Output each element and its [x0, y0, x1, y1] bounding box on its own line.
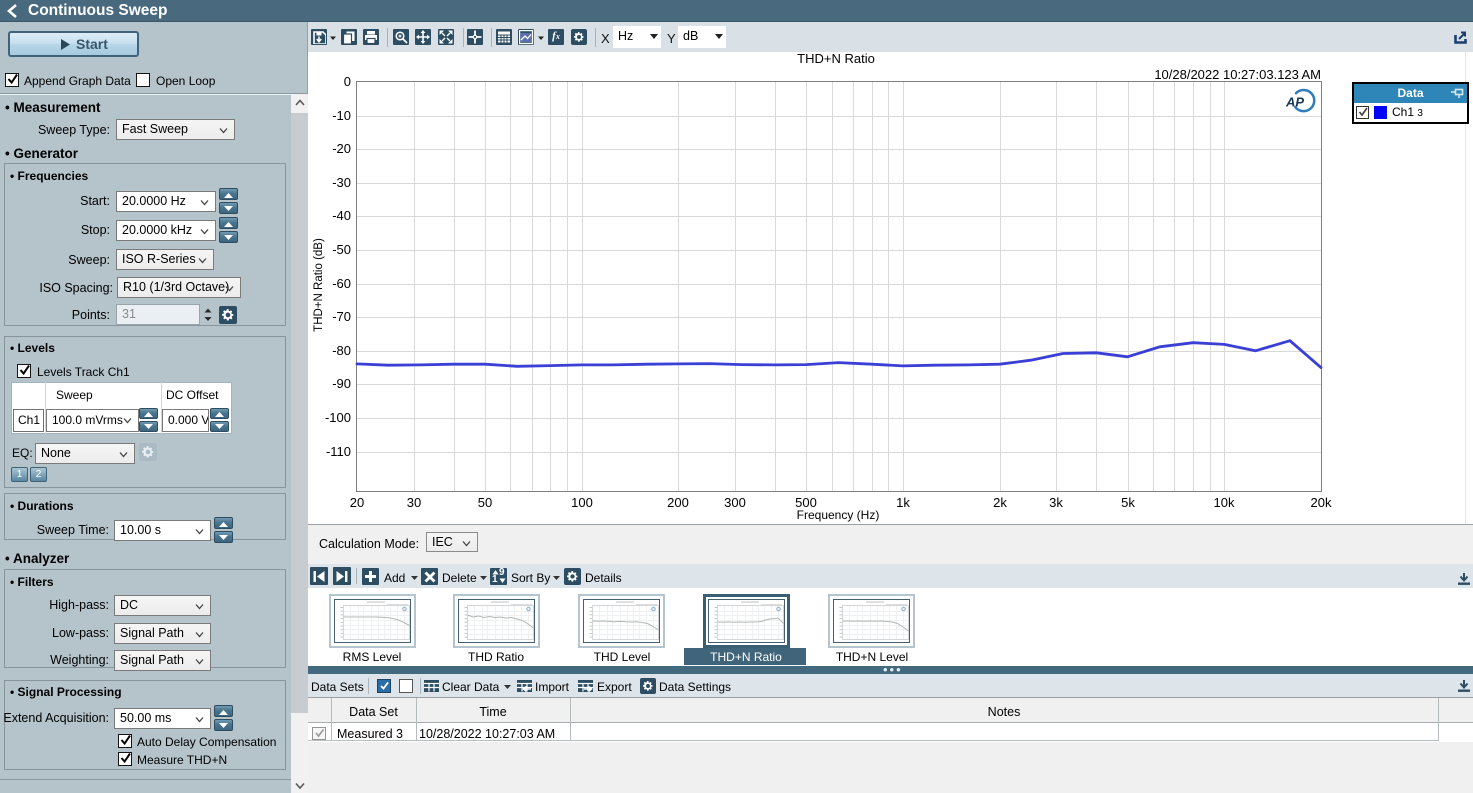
svg-text:10k: 10k — [1214, 495, 1235, 510]
svg-text:-40: -40 — [332, 208, 351, 223]
svg-text:200: 200 — [667, 495, 689, 510]
svg-text:0: 0 — [344, 74, 351, 89]
svg-text:-90: -90 — [332, 376, 351, 391]
svg-text:20: 20 — [350, 495, 364, 510]
svg-text:-10: -10 — [332, 108, 351, 123]
svg-text:100: 100 — [571, 495, 593, 510]
svg-text:Frequency (Hz): Frequency (Hz) — [797, 508, 880, 522]
svg-text:-60: -60 — [332, 276, 351, 291]
svg-text:5k: 5k — [1121, 495, 1135, 510]
svg-text:2k: 2k — [993, 495, 1007, 510]
svg-text:THD+N Ratio (dB): THD+N Ratio (dB) — [313, 238, 325, 332]
svg-text:300: 300 — [724, 495, 746, 510]
svg-text:-30: -30 — [332, 175, 351, 190]
svg-text:30: 30 — [407, 495, 421, 510]
svg-text:3k: 3k — [1049, 495, 1063, 510]
svg-text:AP: AP — [1285, 95, 1304, 110]
svg-text:-70: -70 — [332, 309, 351, 324]
svg-text:-50: -50 — [332, 242, 351, 257]
svg-text:-110: -110 — [326, 444, 351, 459]
svg-text:-80: -80 — [332, 343, 351, 358]
svg-text:50: 50 — [478, 495, 492, 510]
svg-text:THD+N Ratio: THD+N Ratio — [797, 52, 875, 66]
svg-text:10/28/2022 10:27:03.123 AM: 10/28/2022 10:27:03.123 AM — [1154, 67, 1321, 82]
svg-text:1k: 1k — [896, 495, 910, 510]
svg-text:-100: -100 — [325, 410, 351, 425]
svg-text:-20: -20 — [332, 141, 351, 156]
svg-text:20k: 20k — [1311, 495, 1332, 510]
